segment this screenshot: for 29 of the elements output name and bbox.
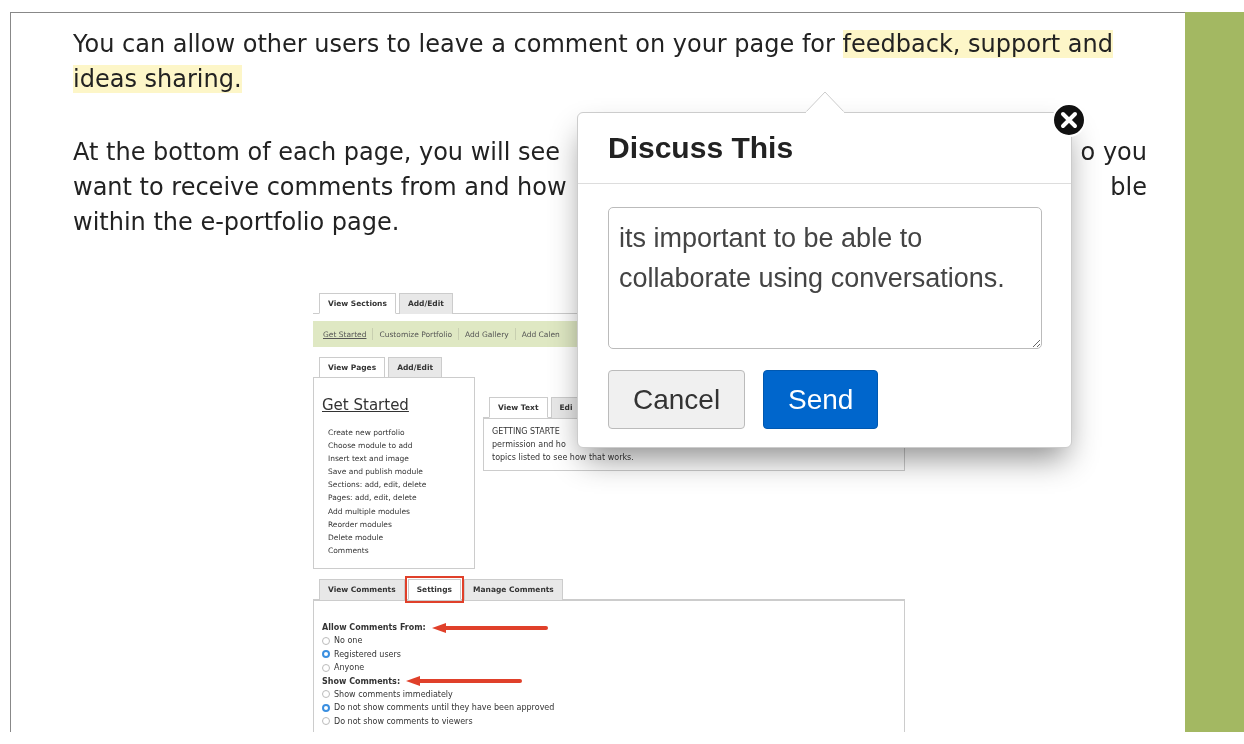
send-button[interactable]: Send xyxy=(763,370,878,429)
paragraph-text: At the bottom of each page, you will see xyxy=(73,137,560,168)
cancel-button[interactable]: Cancel xyxy=(608,370,745,429)
radio-button[interactable] xyxy=(322,650,330,659)
radio-button[interactable] xyxy=(322,636,330,645)
radio-label: Show comments immediately xyxy=(334,688,453,701)
radio-label: Do not show comments until they have been approved xyxy=(334,702,555,714)
radio-label: Registered users xyxy=(334,648,401,661)
paragraph: You can allow other users to leave a comment on your page for feedback, support and ideas sharing. xyxy=(73,29,1114,95)
radio-label: No one xyxy=(334,635,363,647)
paragraph-text: ble xyxy=(1110,172,1147,203)
paragraph-text: o you xyxy=(1080,137,1147,168)
radio-button[interactable] xyxy=(322,663,330,672)
text-line: GETTING STARTE xyxy=(492,426,560,438)
radio-button[interactable] xyxy=(322,717,330,726)
text-line: topics listed to see how that works. xyxy=(492,452,634,464)
paragraph-text: within the e-portfolio page. xyxy=(73,207,400,238)
setting-heading: Show Comments: xyxy=(322,675,401,688)
paragraph-text: want to receive comments from and how xyxy=(73,172,567,203)
radio-label: Anyone xyxy=(334,662,365,674)
radio-button[interactable] xyxy=(322,690,330,699)
setting-heading: Allow Comments From: xyxy=(322,622,426,634)
close-icon[interactable] xyxy=(1051,102,1087,138)
radio-label: Do not show comments to viewers xyxy=(334,715,473,728)
radio-button[interactable] xyxy=(322,703,330,712)
comment-field[interactable]: its important to be able to collaborate using conversations. xyxy=(608,207,1042,349)
popover-title: Discuss This xyxy=(608,131,794,165)
text-line: permission and ho xyxy=(492,439,566,451)
page-title: Get Started xyxy=(322,396,409,414)
